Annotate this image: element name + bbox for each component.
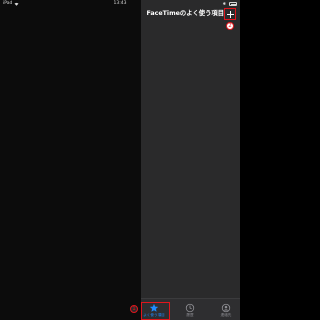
screen: iPad 13:43 ✱ FaceTimeのよく使う項目 2 よく使う項目 履歴 bbox=[0, 0, 240, 320]
tab-recents[interactable]: 履歴 bbox=[177, 299, 203, 320]
tab-contacts[interactable]: 連絡先 bbox=[213, 299, 239, 320]
plus-icon bbox=[226, 10, 234, 18]
camera-preview bbox=[0, 0, 141, 320]
battery-icon bbox=[229, 2, 237, 6]
contacts-icon bbox=[221, 303, 231, 313]
status-bar: iPad 13:43 ✱ bbox=[0, 0, 240, 8]
favorites-highlight-box bbox=[141, 302, 170, 320]
clock-icon bbox=[185, 303, 195, 313]
favorites-panel bbox=[141, 0, 240, 320]
tab-contacts-label: 連絡先 bbox=[220, 313, 232, 317]
status-time: 13:43 bbox=[113, 1, 127, 6]
bluetooth-icon: ✱ bbox=[222, 1, 226, 6]
callout-1: 1 bbox=[130, 305, 138, 313]
tab-recents-label: 履歴 bbox=[186, 313, 194, 317]
add-favorite-button[interactable] bbox=[224, 8, 236, 20]
callout-2: 2 bbox=[226, 22, 234, 30]
panel-title: FaceTimeのよく使う項目 bbox=[146, 10, 224, 17]
